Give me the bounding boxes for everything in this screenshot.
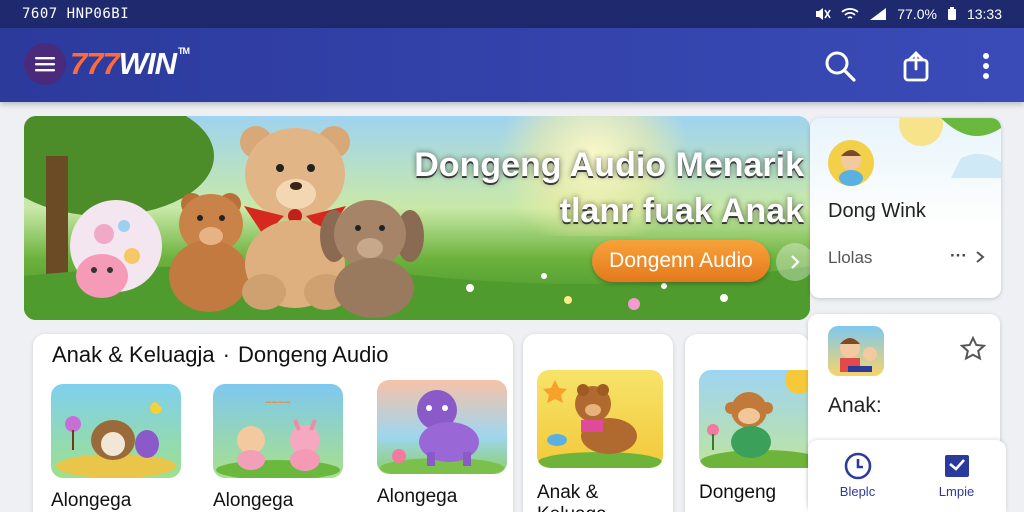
side-card-subtitle: Llolas [828,248,873,267]
purple-lion-illustration [380,390,504,474]
app-bar: 777WIN TM [0,28,1024,102]
logo-trademark: TM [178,46,190,56]
hamburger-icon [35,57,55,72]
hedgehog-illustration [56,402,176,478]
story-label[interactable]: Alongega [51,490,131,512]
hero-title-line1: Dongeng Audio Menarik [414,146,804,184]
side-card-title: Anak: [828,394,882,417]
pigs-illustration: ~~~~ [216,397,340,478]
dong-wink-avatar [828,140,874,186]
sun-leaves-decoration [899,118,1001,178]
story-thumb-hedgehog[interactable] [51,384,181,478]
nav-item-lmpie[interactable]: Lmpie [907,440,1006,512]
signal-icon [870,8,887,20]
checkbox-icon [944,455,969,477]
story-label[interactable]: Alongega [213,490,293,512]
hero-banner[interactable]: Dongeng Audio Menarik tlanr fuak Anak Do… [24,116,810,320]
mute-icon [816,8,831,20]
section-title-part1: Anak & Keluagja [52,342,215,367]
status-bar: 7607 HNP06BI 77.0% 13:33 [0,0,1024,28]
battery-icon [947,7,956,20]
star-outline-icon[interactable] [960,336,986,362]
story-thumb-purple-lion[interactable] [377,380,507,474]
chevron-right-icon[interactable] [974,250,986,264]
clock-icon [844,452,871,480]
story-thumb-pigs[interactable]: ~~~~ [213,384,343,478]
bottom-navigation: Bleplc Lmpie [808,440,1006,512]
section-title: Anak & Keluagja · Dongeng Audio [52,342,388,368]
bear-illustration [538,380,662,468]
section-title-part2: Dongeng Audio [238,342,389,367]
section-anak-keluarga: Anak & Keluagja · Dongeng Audio Alongega ~… [33,334,513,512]
story-thumb-bear [537,370,663,468]
logo-text: WIN [118,46,177,81]
section-title-separator: · [222,342,230,367]
app-logo[interactable]: 777WIN TM [70,46,190,82]
more-vert-icon[interactable] [970,50,1002,82]
chevron-right-icon [791,255,800,269]
hero-audio-button[interactable]: Dongenn Audio [592,240,770,282]
hero-title: Dongeng Audio Menarik tlanr fuak Anak [384,142,804,234]
svg-text:~~~~: ~~~~ [265,397,291,409]
menu-button[interactable] [24,43,66,85]
wifi-icon [841,8,859,19]
story-card-bear[interactable]: Anak & Keluaga [523,334,673,512]
anak-thumbnail [828,326,884,376]
story-label: Dongeng [699,482,777,503]
battery-percent: 77.0% [897,6,937,22]
search-icon[interactable] [824,50,856,82]
child-avatar-icon [839,150,863,186]
nav-label: Bleplc [839,484,876,499]
status-time: 13:33 [966,6,1002,22]
kids-illustration [840,338,877,372]
story-label[interactable]: Alongega [377,486,457,508]
story-card-monkey[interactable]: Dongeng [685,334,809,512]
status-right: 77.0% 13:33 [813,6,1002,22]
share-icon[interactable] [900,50,932,82]
hero-next-button[interactable] [776,243,810,281]
nav-label: Lmpie [938,484,975,499]
nav-item-bleplc[interactable]: Bleplc [808,440,907,512]
monkey-illustration [700,370,809,468]
side-card-dong-wink[interactable]: Dong Wink Llolas ··· [810,118,1001,298]
side-card-more[interactable]: ··· [950,246,967,266]
hero-title-line2: tlanr fuak Anak [559,192,804,230]
status-left-text: 7607 HNP06BI [22,6,130,22]
story-label: Anak & Keluaga [537,482,607,512]
story-thumb-monkey [699,370,809,468]
logo-number: 777 [70,46,120,81]
side-card-title: Dong Wink [828,200,926,222]
